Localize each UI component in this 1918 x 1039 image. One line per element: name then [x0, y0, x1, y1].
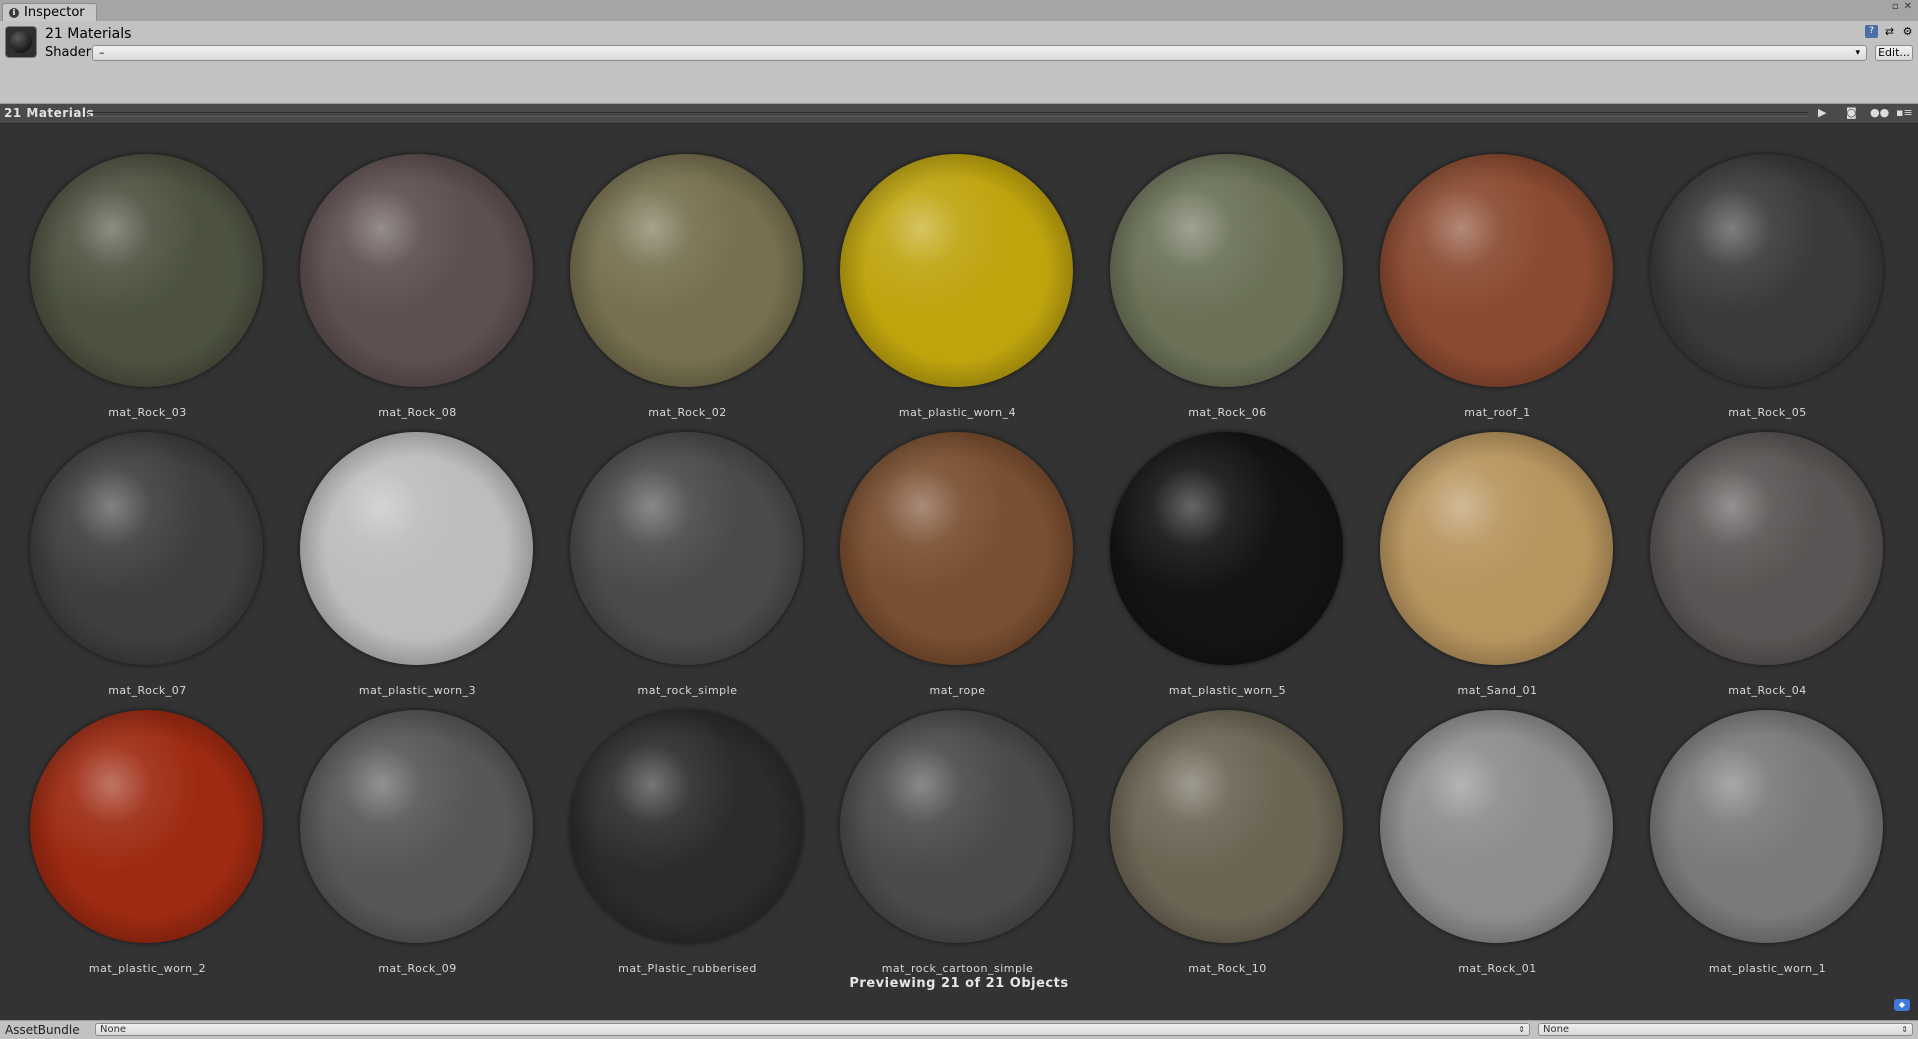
help-book-icon[interactable]: ?: [1865, 25, 1878, 38]
material-sphere: [1380, 710, 1613, 943]
asset-bundle-value: None: [100, 1024, 127, 1035]
material-thumbnail: [5, 26, 37, 58]
material-tile[interactable]: mat_Rock_02: [540, 124, 810, 419]
close-icon[interactable]: ✕: [1904, 1, 1912, 12]
material-tile[interactable]: mat_Rock_10: [1080, 680, 1350, 975]
material-sphere: [840, 154, 1073, 387]
header-icons: ? ⇄ ⚙: [1865, 25, 1914, 38]
material-tile[interactable]: mat_plastic_worn_2: [0, 680, 270, 975]
material-sphere: [840, 710, 1073, 943]
material-tile[interactable]: mat_plastic_worn_1: [1620, 680, 1890, 975]
material-label: mat_Rock_09: [378, 962, 457, 975]
material-sphere: [1380, 154, 1613, 387]
material-tile[interactable]: mat_Rock_03: [0, 124, 270, 419]
preview-footer: Previewing 21 of 21 Objects: [849, 976, 1069, 991]
material-label: mat_Rock_10: [1188, 962, 1267, 975]
material-label: mat_Rock_01: [1458, 962, 1537, 975]
material-tile[interactable]: mat_Plastic_rubberised: [540, 680, 810, 975]
material-sphere: [1110, 154, 1343, 387]
material-sphere: [300, 710, 533, 943]
material-sphere: [1650, 432, 1883, 665]
preview-toolbar: 21 Materials ▶ ◙ ●● ▪≡: [0, 104, 1918, 124]
material-tile[interactable]: mat_rope: [810, 402, 1080, 697]
material-label: mat_Plastic_rubberised: [618, 962, 757, 975]
inspector-header: 21 Materials Shader – ▾ Edit... ? ⇄ ⚙: [0, 21, 1918, 104]
material-tile[interactable]: mat_Rock_01: [1350, 680, 1620, 975]
material-tile[interactable]: mat_rock_cartoon_simple: [810, 680, 1080, 975]
material-label: mat_plastic_worn_1: [1708, 962, 1827, 975]
preset-icon[interactable]: ⇄: [1883, 25, 1896, 38]
preview-shape-icon[interactable]: ◙: [1846, 106, 1857, 119]
material-sphere: [300, 432, 533, 665]
material-sphere: [1110, 432, 1343, 665]
material-sphere: [570, 710, 803, 943]
material-tile[interactable]: mat_Rock_05: [1620, 124, 1890, 419]
material-sphere: [840, 432, 1073, 665]
material-sphere: [570, 432, 803, 665]
material-tile[interactable]: mat_plastic_worn_3: [270, 402, 540, 697]
gear-icon[interactable]: ⚙: [1901, 25, 1914, 38]
material-label: mat_plastic_worn_2: [88, 962, 207, 975]
material-tile[interactable]: mat_Sand_01: [1350, 402, 1620, 697]
window-controls: ▫ ✕: [1892, 1, 1912, 12]
dropdown-arrow-icon: ⇕: [1518, 1025, 1525, 1034]
material-sphere: [30, 710, 263, 943]
preview-title: 21 Materials: [4, 106, 95, 120]
material-tile[interactable]: mat_Rock_04: [1620, 402, 1890, 697]
material-sphere: [1110, 710, 1343, 943]
label-tag-icon[interactable]: ◆: [1894, 999, 1910, 1011]
material-tile[interactable]: mat_Rock_06: [1080, 124, 1350, 419]
material-sphere: [30, 154, 263, 387]
tab-inspector-label: Inspector: [24, 5, 85, 20]
material-sphere: [1380, 432, 1613, 665]
asset-variant-dropdown[interactable]: None ⇕: [1538, 1023, 1913, 1036]
material-preview-grid: Previewing 21 of 21 Objects ◆ mat_Rock_0…: [0, 124, 1918, 1020]
info-icon: i: [9, 7, 19, 18]
inspector-title: 21 Materials: [45, 26, 132, 42]
material-tile[interactable]: mat_plastic_worn_5: [1080, 402, 1350, 697]
tab-strip: i Inspector ▫ ✕: [0, 0, 1918, 22]
tab-inspector[interactable]: i Inspector: [2, 3, 97, 21]
material-tile[interactable]: mat_rock_simple: [540, 402, 810, 697]
preview-menu-icon[interactable]: ▪≡: [1896, 106, 1913, 119]
material-tile[interactable]: mat_Rock_07: [0, 402, 270, 697]
asset-bundle-bar: AssetBundle None ⇕ None ⇕: [0, 1020, 1918, 1039]
preview-light-icon[interactable]: ●●: [1870, 106, 1889, 119]
dropdown-arrow-icon: ⇕: [1901, 1025, 1908, 1034]
edit-shader-button[interactable]: Edit...: [1875, 45, 1913, 61]
material-sphere: [570, 154, 803, 387]
material-label: mat_rock_cartoon_simple: [881, 962, 1034, 975]
material-tile[interactable]: mat_Rock_09: [270, 680, 540, 975]
shader-label: Shader: [45, 45, 92, 60]
material-sphere: [300, 154, 533, 387]
material-sphere: [30, 432, 263, 665]
maximize-icon[interactable]: ▫: [1892, 1, 1899, 12]
material-tile[interactable]: mat_plastic_worn_4: [810, 124, 1080, 419]
material-sphere: [1650, 710, 1883, 943]
asset-variant-value: None: [1543, 1024, 1570, 1035]
shader-dropdown[interactable]: – ▾: [92, 45, 1867, 61]
dropdown-arrow-icon: ▾: [1855, 48, 1860, 58]
material-sphere: [1650, 154, 1883, 387]
material-tile[interactable]: mat_Rock_08: [270, 124, 540, 419]
asset-bundle-label: AssetBundle: [5, 1023, 80, 1037]
shader-value: –: [99, 46, 105, 59]
play-icon[interactable]: ▶: [1818, 106, 1826, 119]
preview-drag-handle[interactable]: [88, 112, 1808, 117]
material-tile[interactable]: mat_roof_1: [1350, 124, 1620, 419]
asset-bundle-dropdown[interactable]: None ⇕: [95, 1023, 1530, 1036]
